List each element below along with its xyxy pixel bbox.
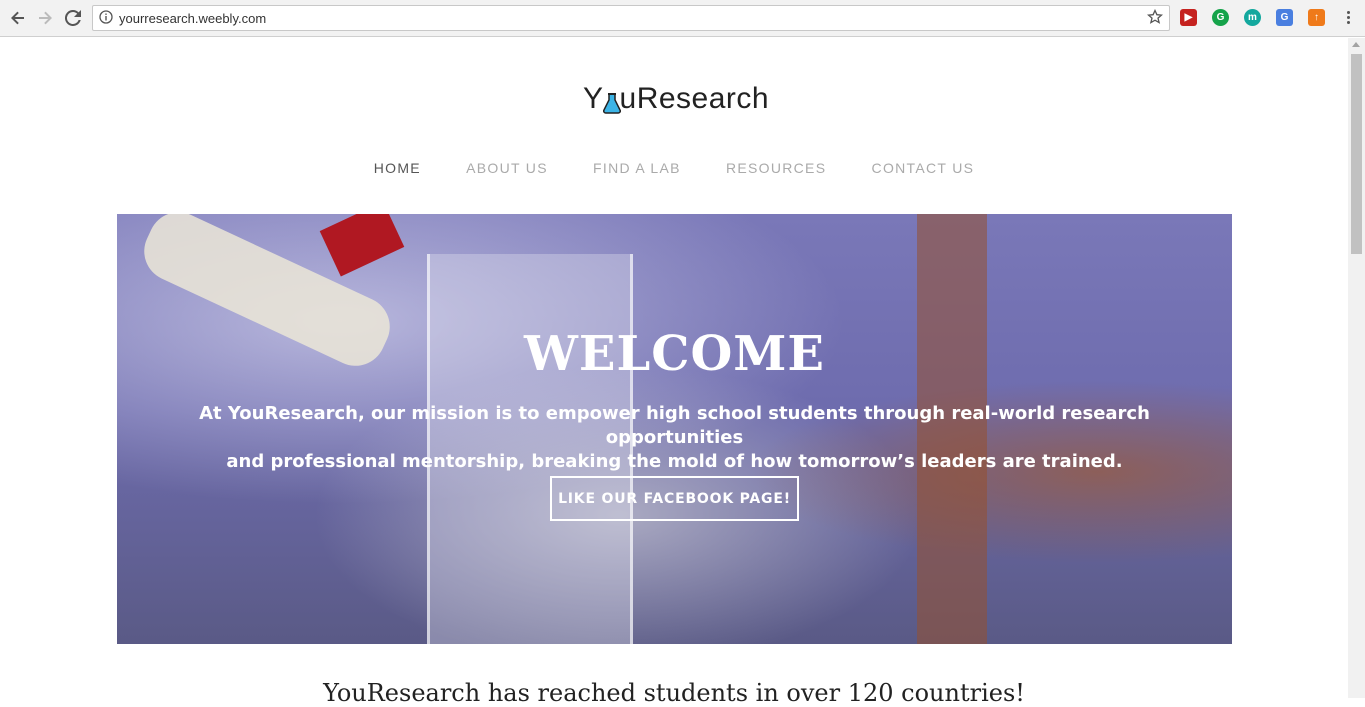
nav-contact-us[interactable]: CONTACT US bbox=[872, 160, 975, 176]
hero-mission-text: At YouResearch, our mission is to empowe… bbox=[197, 402, 1152, 474]
bookmark-star-icon[interactable] bbox=[1147, 9, 1163, 25]
hero-text-line-1: At YouResearch, our mission is to empowe… bbox=[199, 403, 1150, 448]
m-ext-icon[interactable]: m bbox=[1244, 9, 1261, 26]
nav-find-a-lab[interactable]: FIND A LAB bbox=[593, 160, 681, 176]
flask-logo-icon bbox=[602, 88, 621, 114]
back-arrow-icon bbox=[11, 11, 24, 25]
badge-ext-icon[interactable]: ↑ bbox=[1308, 9, 1325, 26]
forward-arrow-icon bbox=[39, 11, 52, 25]
browser-toolbar: yourresearch.weebly.com ▶ Gm G ↑ bbox=[0, 0, 1365, 37]
back-button[interactable] bbox=[8, 8, 28, 28]
nav-about-us[interactable]: ABOUT US bbox=[466, 160, 548, 176]
nav-resources[interactable]: RESOURCES bbox=[726, 160, 826, 176]
site-logo[interactable]: Y uResearch bbox=[583, 82, 769, 116]
nav-home[interactable]: HOME bbox=[374, 160, 421, 176]
logo-text-prefix: Y bbox=[583, 82, 604, 115]
main-nav: HOME ABOUT US FIND A LAB RESOURCES CONTA… bbox=[0, 160, 1348, 176]
browser-menu-icon[interactable] bbox=[1343, 9, 1353, 27]
page-scrollbar[interactable] bbox=[1348, 38, 1365, 698]
hero-background-cap bbox=[319, 214, 405, 277]
reload-button[interactable] bbox=[63, 8, 83, 28]
info-icon[interactable] bbox=[99, 10, 113, 24]
hero-banner: WELCOME At YouResearch, our mission is t… bbox=[117, 214, 1232, 644]
translate-icon[interactable]: G bbox=[1276, 9, 1293, 26]
video-ext-icon[interactable]: ▶ bbox=[1180, 9, 1197, 26]
scroll-up-arrow-icon[interactable] bbox=[1352, 42, 1360, 47]
reload-icon bbox=[65, 10, 81, 26]
grammarly-icon[interactable]: G bbox=[1212, 9, 1229, 26]
facebook-button[interactable]: LIKE OUR FACEBOOK PAGE! bbox=[550, 476, 799, 521]
address-bar[interactable]: yourresearch.weebly.com bbox=[92, 5, 1170, 31]
forward-button[interactable] bbox=[35, 8, 55, 28]
scroll-thumb[interactable] bbox=[1351, 54, 1362, 254]
url-text: yourresearch.weebly.com bbox=[119, 11, 267, 26]
hero-text-line-2: and professional mentorship, breaking th… bbox=[226, 451, 1123, 472]
hero-title: WELCOME bbox=[524, 326, 825, 382]
logo-text-suffix: uResearch bbox=[619, 82, 770, 115]
section-heading: YouResearch has reached students in over… bbox=[323, 679, 1025, 707]
